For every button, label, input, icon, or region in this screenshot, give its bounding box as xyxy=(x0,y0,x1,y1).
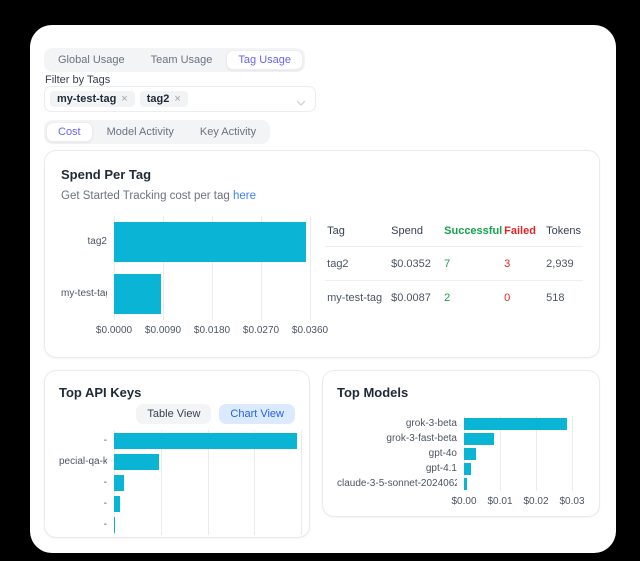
chart-category-label: tag2 xyxy=(61,216,107,268)
apikeys-card-title: Top API Keys xyxy=(59,385,295,400)
col-tag: Tag xyxy=(327,225,391,237)
chart-bar[interactable] xyxy=(114,517,115,533)
chart-bar[interactable] xyxy=(464,433,494,445)
top-api-keys-chart: -pecial-qa-key--- xyxy=(59,430,305,538)
chart-axis-tick: $0.01 xyxy=(487,496,512,507)
chart-category-label: - xyxy=(59,493,107,514)
cell-failed: 0 xyxy=(504,292,546,304)
chart-bar[interactable] xyxy=(114,433,297,449)
chart-category-label: - xyxy=(59,430,107,451)
chart-view-button[interactable]: Chart View xyxy=(219,404,295,424)
chart-category-label: grok-3-fast-beta xyxy=(337,431,457,446)
chart-axis-tick: $0.00 xyxy=(451,496,476,507)
tab-team-usage[interactable]: Team Usage xyxy=(139,50,225,70)
table-row: my-test-tag $0.0087 2 0 518 xyxy=(325,280,583,314)
tag-chip-label: tag2 xyxy=(147,93,170,105)
tab-cost[interactable]: Cost xyxy=(46,122,93,142)
chart-gridline xyxy=(310,216,311,320)
table-row: tag2 $0.0352 7 3 2,939 xyxy=(325,246,583,280)
chart-bar[interactable] xyxy=(114,222,306,262)
chart-bar[interactable] xyxy=(114,496,120,512)
tag-filter-select[interactable]: my-test-tag × tag2 × xyxy=(44,86,316,112)
tag-chip[interactable]: tag2 × xyxy=(140,91,188,107)
chart-category-label: - xyxy=(59,514,107,535)
cell-successful: 7 xyxy=(444,258,504,270)
tag-chip-label: my-test-tag xyxy=(57,93,116,105)
chart-category-label: - xyxy=(59,472,107,493)
spend-per-tag-card: Spend Per Tag Get Started Tracking cost … xyxy=(44,150,600,358)
chart-category-label: pecial-qa-key xyxy=(59,451,107,472)
view-toggle: Table View Chart View xyxy=(59,404,295,424)
chart-bar[interactable] xyxy=(464,463,471,475)
cost-activity-tabs: Cost Model Activity Key Activity xyxy=(44,120,270,144)
chart-axis-tick: $0.03 xyxy=(559,496,584,507)
chart-category-label: claude-3-5-sonnet-20240620 xyxy=(337,476,457,491)
chart-category-label: my-test-tag xyxy=(61,268,107,320)
cell-tokens: 2,939 xyxy=(546,258,581,270)
spend-card-subtitle: Get Started Tracking cost per tag here xyxy=(61,190,583,202)
cell-successful: 2 xyxy=(444,292,504,304)
chart-category-label: grok-3-beta xyxy=(337,416,457,431)
chart-bar[interactable] xyxy=(464,418,567,430)
chart-bar[interactable] xyxy=(464,448,476,460)
cell-spend: $0.0087 xyxy=(391,292,444,304)
chart-gridline xyxy=(301,430,302,535)
tag-stats-table: Tag Spend Successful Failed Tokens tag2 … xyxy=(325,216,583,340)
chart-axis-tick: $0.0180 xyxy=(194,325,230,336)
tab-key-activity[interactable]: Key Activity xyxy=(188,122,268,142)
tab-model-activity[interactable]: Model Activity xyxy=(95,122,186,142)
col-spend: Spend xyxy=(391,225,444,237)
remove-tag-icon[interactable]: × xyxy=(121,94,127,105)
chart-axis-tick: $0.0090 xyxy=(145,325,181,336)
tab-tag-usage[interactable]: Tag Usage xyxy=(226,50,303,70)
chart-bar[interactable] xyxy=(114,475,124,491)
subtitle-text: Get Started Tracking cost per tag xyxy=(61,190,233,202)
tag-chip[interactable]: my-test-tag × xyxy=(50,91,135,107)
cell-tag: tag2 xyxy=(327,258,391,270)
chart-bar[interactable] xyxy=(114,274,161,314)
col-successful: Successful xyxy=(444,225,504,237)
table-view-button[interactable]: Table View xyxy=(136,404,211,424)
models-card-title: Top Models xyxy=(337,385,585,400)
chart-category-label: gpt-4o xyxy=(337,446,457,461)
tab-global-usage[interactable]: Global Usage xyxy=(46,50,137,70)
chart-gridline xyxy=(572,416,573,491)
usage-tabs: Global Usage Team Usage Tag Usage xyxy=(44,48,305,72)
chevron-down-icon[interactable] xyxy=(296,95,306,113)
get-started-link[interactable]: here xyxy=(233,190,256,202)
filter-by-tags-label: Filter by Tags xyxy=(45,74,110,86)
remove-tag-icon[interactable]: × xyxy=(174,94,180,105)
col-tokens: Tokens xyxy=(546,225,581,237)
chart-bar[interactable] xyxy=(464,478,467,490)
col-failed: Failed xyxy=(504,225,546,237)
top-models-chart: grok-3-betagrok-3-fast-betagpt-4ogpt-4.1… xyxy=(337,416,576,509)
cell-tokens: 518 xyxy=(546,292,581,304)
cell-spend: $0.0352 xyxy=(391,258,444,270)
table-header-row: Tag Spend Successful Failed Tokens xyxy=(325,216,583,246)
top-models-card: Top Models grok-3-betagrok-3-fast-betagp… xyxy=(322,370,600,517)
chart-axis-tick: $0.0000 xyxy=(96,325,132,336)
cell-tag: my-test-tag xyxy=(327,292,391,304)
chart-axis-tick: $0.0270 xyxy=(243,325,279,336)
chart-axis-tick: $0.02 xyxy=(523,496,548,507)
chart-axis-tick: $0.0360 xyxy=(292,325,328,336)
spend-card-title: Spend Per Tag xyxy=(61,167,583,182)
spend-per-tag-chart: tag2my-test-tag $0.0000 $0.0090 $0.0180 $0.0… xyxy=(61,216,311,340)
chart-category-label: gpt-4.1 xyxy=(337,461,457,476)
top-api-keys-card: Top API Keys Table View Chart View -peci… xyxy=(44,370,310,538)
usage-dashboard: Global Usage Team Usage Tag Usage Filter… xyxy=(30,25,616,553)
chart-bar[interactable] xyxy=(114,454,159,470)
cell-failed: 3 xyxy=(504,258,546,270)
